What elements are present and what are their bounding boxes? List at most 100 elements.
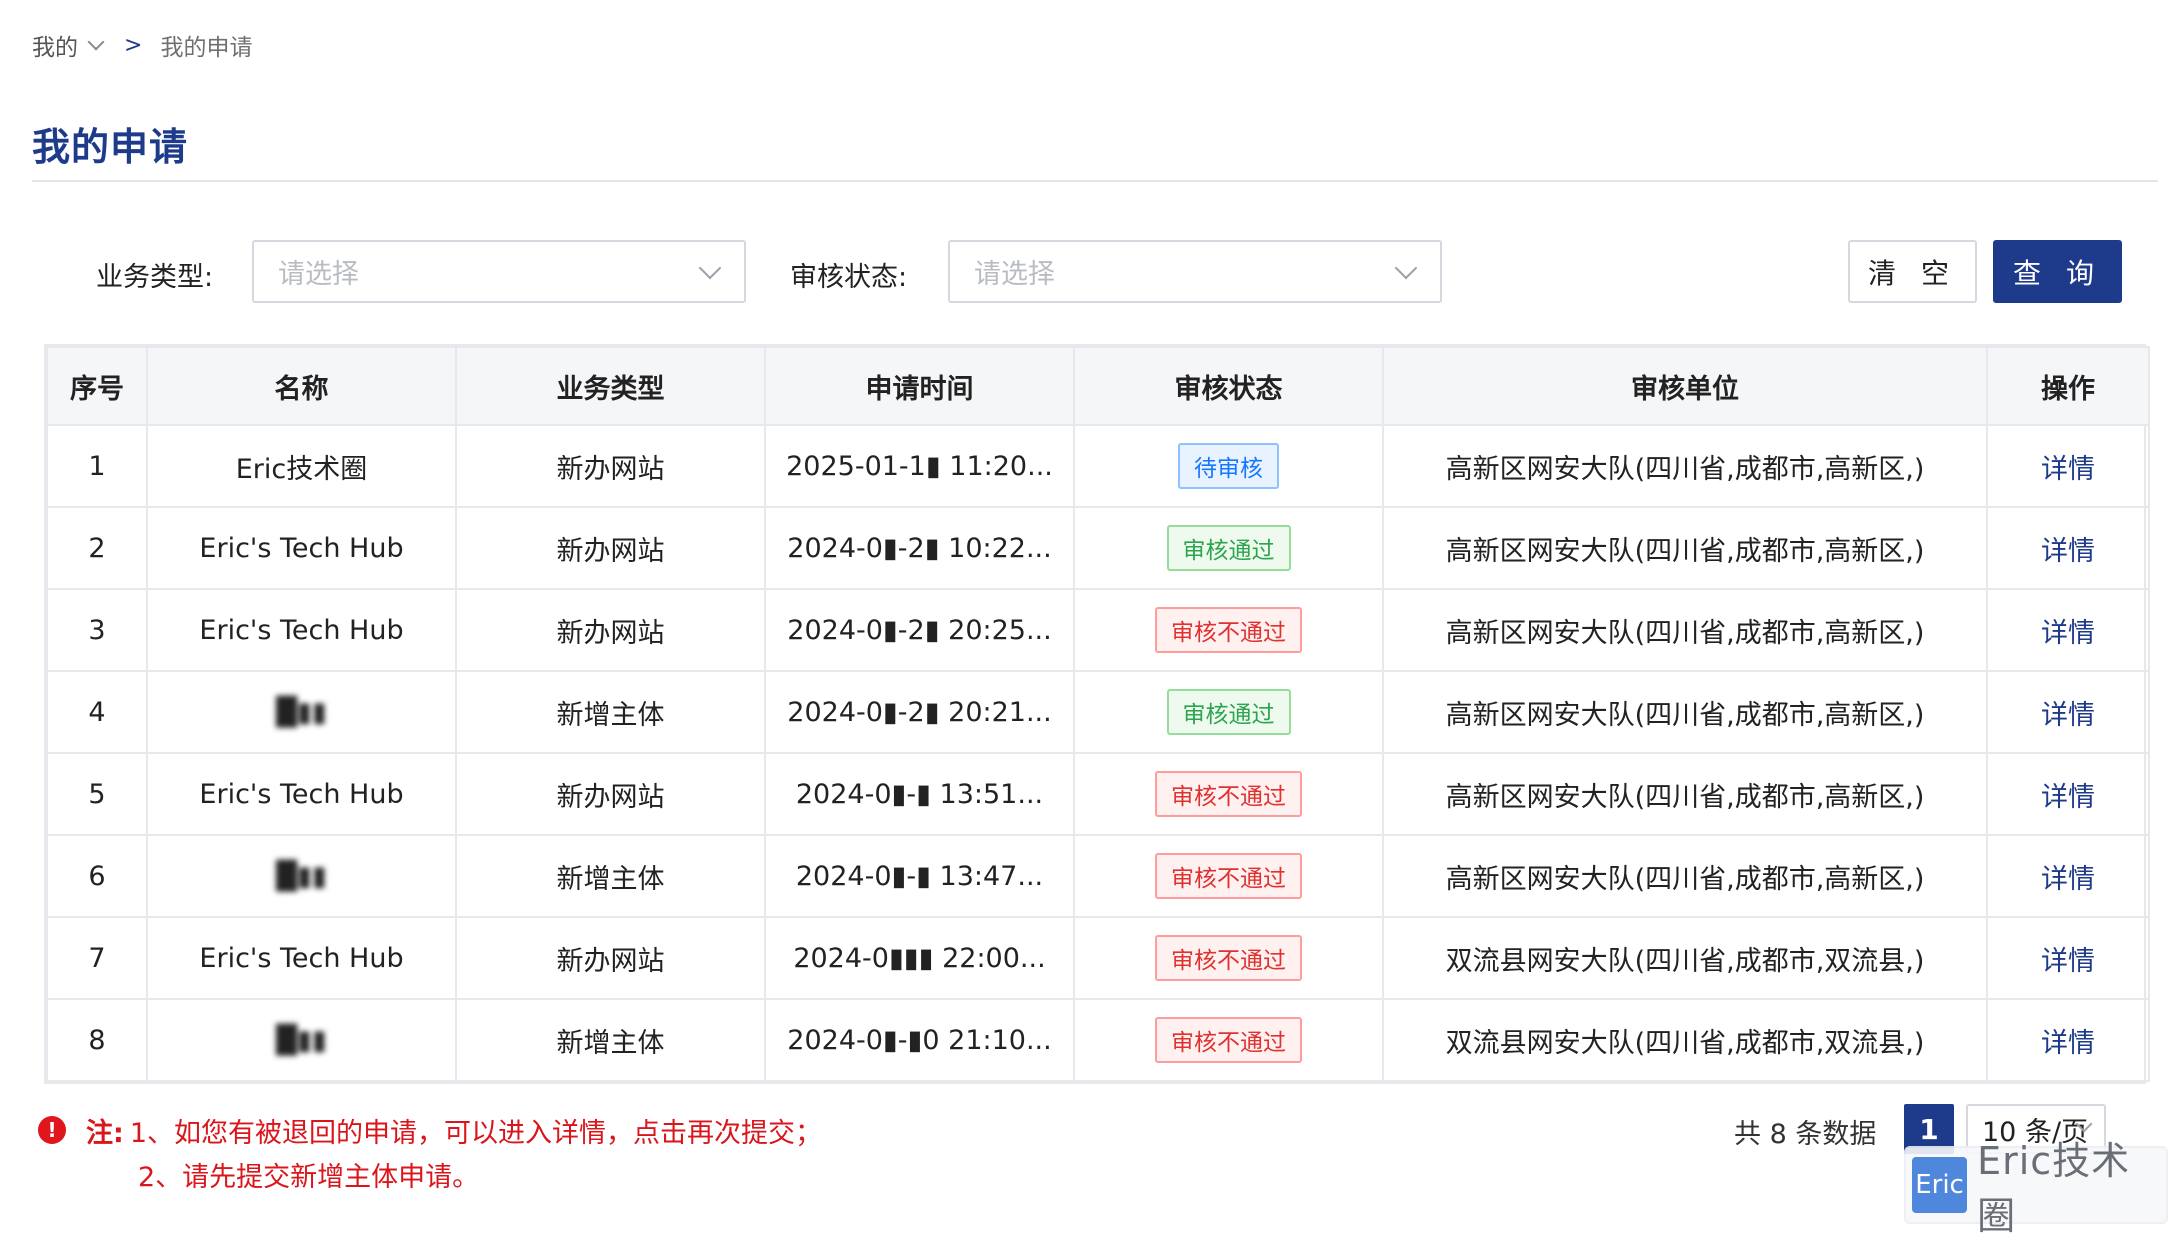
row-name-cell: Eric's Tech Hub [146,752,457,836]
business-type-placeholder: 请选择 [278,259,359,290]
row-number-cell: 5 [46,752,148,836]
row-number: 5 [88,778,106,810]
row-review-unit: 高新区网安大队(四川省,成都市,高新区,) [1445,535,1925,567]
watermark: Eric Eric技术圈 [1904,1139,2168,1236]
row-detail-link[interactable]: 详情 [2041,1028,2095,1059]
row-apply-time-cell: 2024-0▮-▮0 21:10... [764,998,1075,1082]
status-badge: 待审核 [1178,443,1279,489]
row-status-cell: 待审核 [1073,424,1384,508]
row-name-cell: Eric's Tech Hub [146,916,457,1000]
column-header: 序号 [46,346,148,426]
row-business-type: 新增主体 [556,699,665,731]
query-button[interactable]: 查 询 [1993,240,2122,303]
row-detail-link-cell: 详情 [1986,998,2150,1082]
chevron-down-icon [698,256,722,280]
review-status-placeholder: 请选择 [974,259,1055,290]
row-name: █▮▮ [276,696,327,728]
row-status-cell: 审核通过 [1073,506,1384,590]
row-review-unit-cell: 双流县网安大队(四川省,成都市,双流县,) [1382,998,1988,1082]
row-detail-link[interactable]: 详情 [2041,454,2095,485]
row-name-cell: █▮▮ [146,670,457,754]
row-business-type: 新办网站 [556,945,665,977]
row-status-cell: 审核通过 [1073,670,1384,754]
row-number-cell: 7 [46,916,148,1000]
column-header: 名称 [146,346,457,426]
row-number: 1 [88,450,106,482]
table-row: 8 █▮▮ 新增主体 2024-0▮-▮0 21:10... 审核不通过 双流县网安大队(… [46,998,2150,1082]
note-prefix: 注: [86,1117,124,1149]
row-business-type-cell: 新办网站 [455,506,766,590]
table-row: 2 Eric's Tech Hub 新办网站 2024-0▮-2▮ 10:22... 审… [46,506,2150,590]
clear-button[interactable]: 清 空 [1848,240,1977,303]
column-header: 审核状态 [1073,346,1384,426]
row-detail-link[interactable]: 详情 [2041,782,2095,813]
row-name-cell: █▮▮ [146,834,457,918]
review-status-select[interactable]: 请选择 [948,240,1442,303]
status-badge: 审核通过 [1166,525,1291,571]
row-business-type: 新办网站 [556,781,665,813]
row-detail-link[interactable]: 详情 [2041,700,2095,731]
row-apply-time-cell: 2024-0▮-2▮ 10:22... [764,506,1075,590]
row-detail-link-cell: 详情 [1986,670,2150,754]
row-detail-link[interactable]: 详情 [2041,618,2095,649]
row-detail-link[interactable]: 详情 [2041,864,2095,895]
review-status-label: 审核状态: [790,262,908,293]
row-detail-link-cell: 详情 [1986,834,2150,918]
row-number: 2 [88,532,106,564]
business-type-select[interactable]: 请选择 [252,240,746,303]
breadcrumb: 我的 > 我的申请 [32,28,252,62]
row-detail-link[interactable]: 详情 [2041,946,2095,977]
row-apply-time-cell: 2024-0▮-2▮ 20:21... [764,670,1075,754]
row-number: 4 [88,696,106,728]
row-apply-time-cell: 2024-0▮-▮ 13:47... [764,834,1075,918]
row-number: 6 [88,860,106,892]
row-status-cell: 审核不通过 [1073,998,1384,1082]
row-business-type-cell: 新办网站 [455,752,766,836]
row-apply-time: 2024-0▮▮▮ 22:00... [793,942,1046,974]
status-badge: 审核不通过 [1155,935,1302,981]
column-header: 审核单位 [1382,346,1988,426]
breadcrumb-parent-label[interactable]: 我的 [32,28,78,62]
row-name-cell: Eric's Tech Hub [146,588,457,672]
row-business-type-cell: 新增主体 [455,670,766,754]
row-name: Eric's Tech Hub [199,942,404,974]
row-business-type: 新增主体 [556,863,665,895]
row-number: 7 [88,942,106,974]
row-number-cell: 1 [46,424,148,508]
breadcrumb-parent[interactable]: 我的 [32,28,116,62]
table-row: 6 █▮▮ 新增主体 2024-0▮-▮ 13:47... 审核不通过 高新区网安大队(四… [46,834,2150,918]
status-badge: 审核不通过 [1155,771,1302,817]
row-apply-time-cell: 2024-0▮-2▮ 20:25... [764,588,1075,672]
row-number-cell: 6 [46,834,148,918]
row-detail-link-cell: 详情 [1986,916,2150,1000]
row-review-unit-cell: 高新区网安大队(四川省,成都市,高新区,) [1382,670,1988,754]
row-apply-time: 2025-01-1▮ 11:20... [786,450,1053,482]
watermark-logo: Eric [1912,1157,1968,1213]
row-business-type-cell: 新办网站 [455,916,766,1000]
status-badge: 审核不通过 [1155,853,1302,899]
row-review-unit: 高新区网安大队(四川省,成都市,高新区,) [1445,699,1925,731]
row-apply-time-cell: 2025-01-1▮ 11:20... [764,424,1075,508]
row-detail-link-cell: 详情 [1986,752,2150,836]
pagination-total: 共 8 条数据 [1734,1119,1877,1150]
row-apply-time: 2024-0▮-2▮ 20:25... [787,614,1052,646]
row-review-unit: 高新区网安大队(四川省,成都市,高新区,) [1445,617,1925,649]
table-row: 4 █▮▮ 新增主体 2024-0▮-2▮ 20:21... 审核通过 高新区网安大队(四… [46,670,2150,754]
table-header-row: 序号 名称 业务类型 申请时间 审核状态 审核单位 操作 [46,346,2150,426]
row-review-unit-cell: 高新区网安大队(四川省,成都市,高新区,) [1382,834,1988,918]
status-badge: 审核通过 [1166,689,1291,735]
row-review-unit-cell: 高新区网安大队(四川省,成都市,高新区,) [1382,752,1988,836]
chevron-down-icon[interactable] [87,33,105,51]
row-business-type: 新增主体 [556,1027,665,1059]
row-status-cell: 审核不通过 [1073,588,1384,672]
row-number-cell: 4 [46,670,148,754]
row-name: Eric's Tech Hub [199,614,404,646]
row-business-type-cell: 新增主体 [455,998,766,1082]
row-detail-link[interactable]: 详情 [2041,536,2095,567]
page-title: 我的申请 [32,125,189,169]
row-name-cell: █▮▮ [146,998,457,1082]
table-row: 1 Eric技术圈 新办网站 2025-01-1▮ 11:20... 待审核 高新区网安大… [46,424,2150,508]
row-name: Eric技术圈 [235,453,368,485]
notes: ! 注: 1、如您有被退回的申请，可以进入详情，点击再次提交； 2、请先提交新增… [38,1108,822,1196]
row-name: █▮▮ [276,1024,327,1056]
